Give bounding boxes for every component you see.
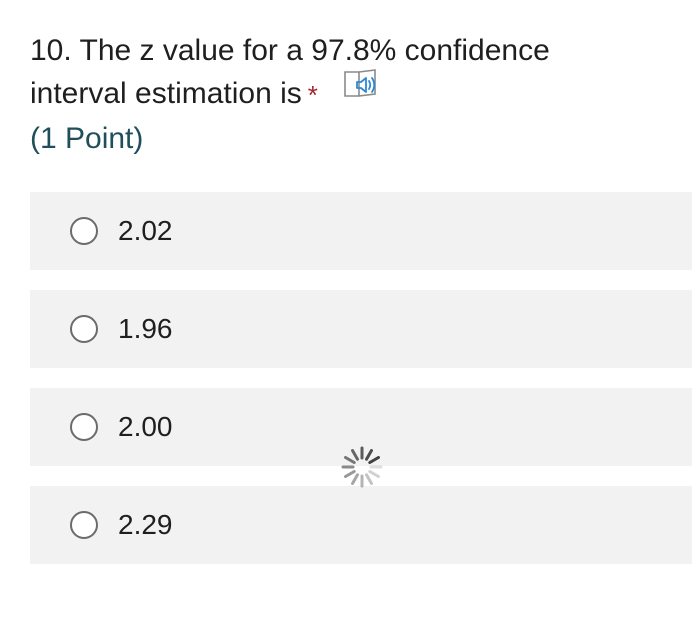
answer-options: 2.02 1.96 2.00 2.29: [30, 192, 692, 584]
spinner-tick: [351, 473, 359, 485]
radio-button[interactable]: [70, 511, 98, 539]
radio-button[interactable]: [70, 413, 98, 441]
spinner-tick: [344, 470, 356, 478]
option-label: 1.96: [118, 313, 173, 344]
question-title-line-1: 10. The z value for a 97.8% confidence: [30, 34, 550, 67]
question-title-line-2: interval estimation is *: [30, 69, 670, 118]
radio-button[interactable]: [70, 315, 98, 343]
spinner-tick: [344, 456, 356, 464]
question-title-text: interval estimation is: [30, 76, 302, 110]
radio-button[interactable]: [70, 217, 98, 245]
spinner-tick: [365, 449, 373, 461]
question-title: 10. The z value for a 97.8% confidence i…: [30, 30, 670, 118]
option-2-29[interactable]: 2.29: [30, 486, 692, 564]
spinner-tick: [351, 449, 359, 461]
option-label: 2.02: [118, 215, 173, 246]
spinner-tick: [365, 473, 373, 485]
option-1-96[interactable]: 1.96: [30, 290, 692, 368]
option-2-02[interactable]: 2.02: [30, 192, 692, 270]
loading-spinner-icon: [340, 445, 384, 489]
question-block: 10. The z value for a 97.8% confidence i…: [30, 30, 670, 160]
spinner-tick: [368, 456, 380, 464]
spinner-tick: [368, 470, 380, 478]
immersive-reader-icon[interactable]: [342, 68, 380, 114]
option-label: 2.00: [118, 411, 173, 442]
question-points: (1 Point): [30, 122, 144, 155]
required-marker: *: [307, 80, 318, 110]
option-label: 2.29: [118, 509, 173, 540]
